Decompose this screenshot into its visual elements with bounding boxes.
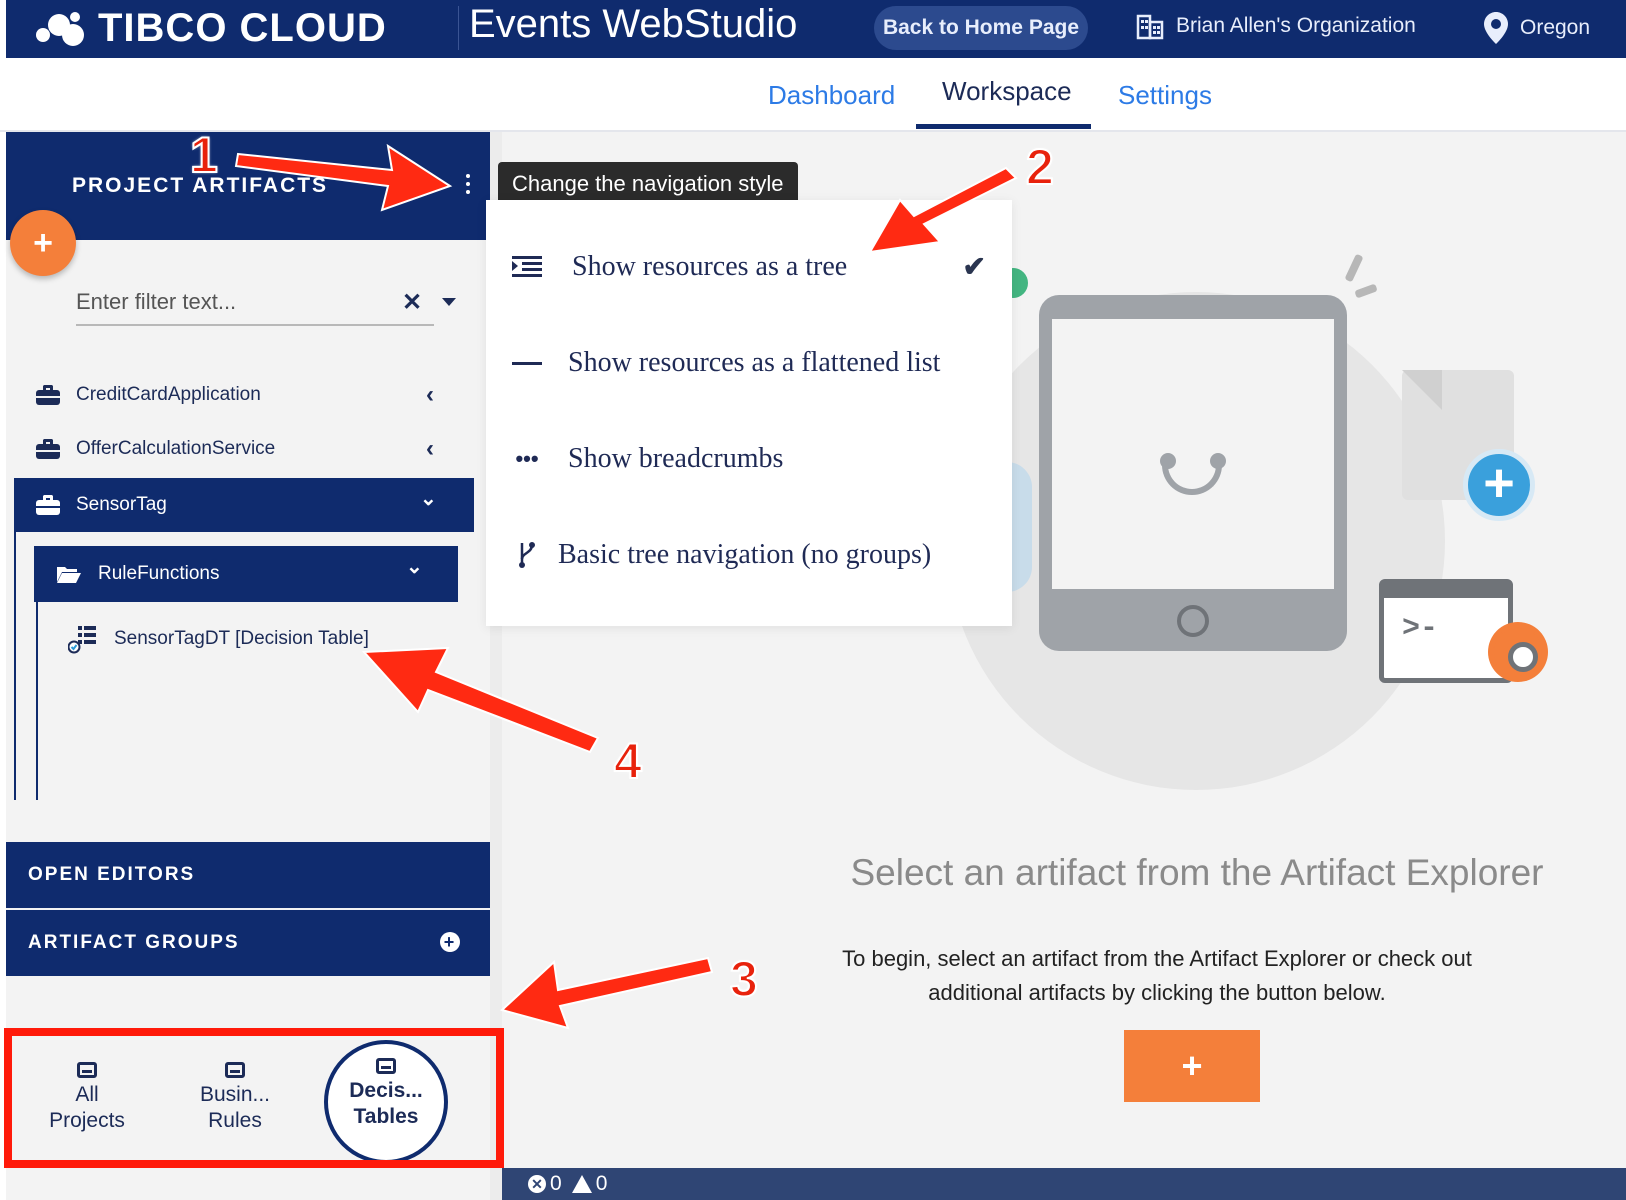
chevron-left-icon[interactable]: ‹ xyxy=(426,435,434,463)
add-document-icon: + xyxy=(1463,449,1535,521)
branch-icon xyxy=(512,541,542,569)
clear-filter-icon[interactable]: ✕ xyxy=(402,288,422,317)
chevron-left-icon[interactable]: ‹ xyxy=(426,381,434,409)
logo-text: TIBCO CLOUD xyxy=(98,5,387,50)
chevron-down-icon[interactable]: ⌄ xyxy=(420,486,437,511)
back-to-home-button[interactable]: Back to Home Page xyxy=(874,6,1088,50)
briefcase-icon xyxy=(36,495,60,515)
filter-dropdown-icon[interactable] xyxy=(442,298,456,306)
tree-item-sensortag[interactable]: SensorTag ⌄ xyxy=(14,478,474,532)
project-artifacts-header: PROJECT ARTIFACTS xyxy=(6,132,490,240)
filter-input[interactable] xyxy=(76,282,376,322)
annotation-number-2: 2 xyxy=(1025,138,1055,196)
tibco-cloud-logo[interactable]: TIBCO CLOUD xyxy=(36,4,387,52)
tree-item-offercalculationservice[interactable]: OfferCalculationService ‹ xyxy=(36,422,456,476)
add-group-icon[interactable]: + xyxy=(440,932,460,952)
tree-item-label: CreditCardApplication xyxy=(76,384,261,405)
menu-item-label: Show breadcrumbs xyxy=(568,443,784,474)
tree-item-label: RuleFunctions xyxy=(98,563,220,584)
annotation-number-3: 3 xyxy=(729,950,759,1008)
gear-icon xyxy=(1488,622,1548,682)
header-divider xyxy=(458,6,459,50)
building-icon xyxy=(1136,14,1164,40)
list-icon xyxy=(512,357,542,370)
main-tabs: Dashboard Workspace Settings xyxy=(0,58,1626,132)
warning-count[interactable]: 0 xyxy=(596,1172,608,1196)
organization-name: Brian Allen's Organization xyxy=(1176,14,1416,37)
illustration-spark xyxy=(1354,283,1378,299)
menu-item-label: Basic tree navigation (no groups) xyxy=(558,539,932,570)
annotation-number-4: 4 xyxy=(613,732,643,790)
tree-item-creditcardapplication[interactable]: CreditCardApplication ‹ xyxy=(36,368,456,422)
add-artifact-cta-button[interactable]: + xyxy=(1124,1030,1260,1102)
error-count[interactable]: 0 xyxy=(550,1172,562,1196)
tab-dashboard[interactable]: Dashboard xyxy=(768,80,895,111)
error-icon: ✕ xyxy=(528,1175,546,1193)
plus-icon: + xyxy=(33,223,53,262)
tree-item-label: SensorTagDT [Decision Table] xyxy=(114,628,369,649)
more-options-icon[interactable] xyxy=(462,174,474,196)
briefcase-icon xyxy=(36,439,60,459)
menu-item-flattened-list[interactable]: Show resources as a flattened list xyxy=(486,318,1012,408)
open-editors-label: OPEN EDITORS xyxy=(28,864,196,885)
tab-settings[interactable]: Settings xyxy=(1118,80,1212,111)
checkmark-icon: ✔ xyxy=(962,252,986,283)
organization-selector[interactable]: Brian Allen's Organization xyxy=(1136,12,1416,40)
menu-item-tree[interactable]: Show resources as a tree ✔ xyxy=(486,222,1012,312)
add-artifact-button[interactable]: + xyxy=(10,210,76,276)
annotation-highlight-box xyxy=(4,1028,504,1168)
decision-table-icon xyxy=(68,626,96,654)
region-selector[interactable]: Oregon xyxy=(1484,12,1590,44)
active-tab-indicator xyxy=(916,124,1091,129)
tree-guide-line xyxy=(14,532,16,800)
tibco-logo-icon xyxy=(36,10,88,46)
artifact-groups-label: ARTIFACT GROUPS xyxy=(28,932,240,953)
status-bar: ✕ 0 0 xyxy=(502,1168,1626,1200)
empty-state-body: To begin, select an artifact from the Ar… xyxy=(842,946,1472,1005)
chevron-down-icon[interactable]: ⌄ xyxy=(406,554,423,579)
tree-item-rulefunctions[interactable]: RuleFunctions ⌄ xyxy=(34,546,458,602)
navigation-style-menu: Show resources as a tree ✔ Show resource… xyxy=(486,200,1012,626)
tab-workspace[interactable]: Workspace xyxy=(942,76,1072,107)
annotation-number-1: 1 xyxy=(189,126,219,184)
tree-guide-line xyxy=(36,602,38,800)
tree-item-label: OfferCalculationService xyxy=(76,438,276,459)
top-bar: TIBCO CLOUD Events WebStudio Back to Hom… xyxy=(6,0,1626,58)
empty-state-title: Select an artifact from the Artifact Exp… xyxy=(850,852,1544,893)
filter-field: ✕ xyxy=(76,282,434,326)
menu-item-basic-tree[interactable]: Basic tree navigation (no groups) xyxy=(486,510,1012,600)
menu-item-label: Show resources as a flattened list xyxy=(568,347,941,378)
folder-open-icon xyxy=(57,567,81,583)
menu-item-breadcrumbs[interactable]: ••• Show breadcrumbs xyxy=(486,414,1012,504)
tablet-illustration xyxy=(1039,295,1347,651)
tree-item-label: SensorTag xyxy=(76,494,167,515)
location-pin-icon xyxy=(1484,12,1508,44)
ellipsis-icon: ••• xyxy=(515,446,539,471)
region-name: Oregon xyxy=(1520,16,1591,39)
menu-item-label: Show resources as a tree xyxy=(572,251,848,282)
illustration-spark xyxy=(1344,253,1364,283)
open-editors-section[interactable]: OPEN EDITORS xyxy=(6,842,490,908)
briefcase-icon xyxy=(36,385,60,405)
app-title: Events WebStudio xyxy=(469,2,798,46)
tree-list-icon xyxy=(512,256,542,278)
artifact-groups-section[interactable]: ARTIFACT GROUPS + xyxy=(6,910,490,976)
tree-item-sensortagdt[interactable]: SensorTagDT [Decision Table] xyxy=(68,612,448,666)
warning-icon xyxy=(571,1175,592,1193)
